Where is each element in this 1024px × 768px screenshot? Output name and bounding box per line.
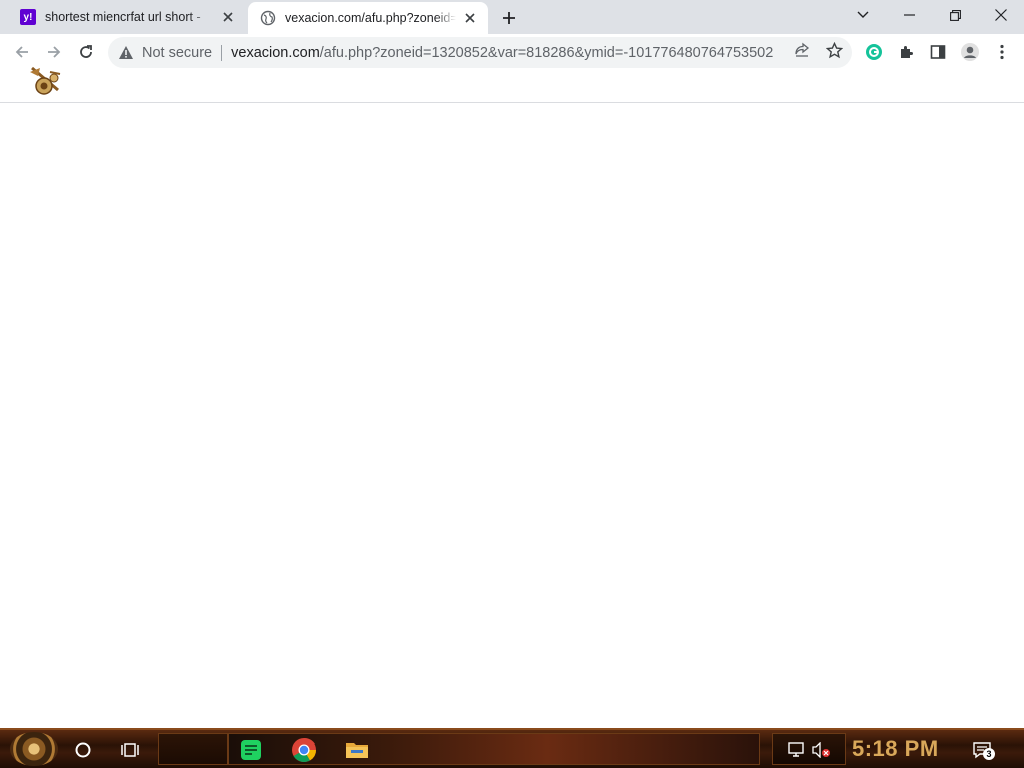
notification-badge: 3 [983, 748, 995, 760]
start-button[interactable] [10, 732, 58, 766]
warning-icon[interactable] [118, 45, 134, 61]
yahoo-icon: y! [20, 9, 36, 25]
volume-muted-icon [812, 742, 830, 758]
reload-icon [80, 45, 92, 58]
divider [221, 44, 223, 61]
back-button[interactable] [8, 38, 36, 66]
restore-icon [949, 9, 961, 21]
volume-button[interactable] [810, 734, 832, 766]
extension-icon [866, 44, 882, 60]
tab-strip: y! shortest miencrfat url short - vexaci… [0, 0, 1024, 34]
browser-toolbar: Not secure vexacion.com/afu.php?zoneid=1… [0, 34, 1024, 71]
tab-yahoo-search[interactable]: y! shortest miencrfat url short - [8, 0, 246, 34]
grammarly-extension-button[interactable] [860, 38, 888, 66]
task-view-icon [121, 743, 139, 757]
forward-button[interactable] [40, 38, 68, 66]
bookmarks-bar [0, 71, 1024, 103]
taskbar: 5:18 PM [0, 728, 1024, 768]
network-button[interactable] [786, 734, 808, 766]
file-explorer-button[interactable] [344, 734, 370, 766]
notes-app-button[interactable] [238, 734, 264, 766]
clock[interactable]: 5:18 PM [852, 736, 939, 762]
minimize-button[interactable] [886, 0, 932, 30]
share-icon[interactable] [793, 41, 811, 59]
url-host: vexacion.com [231, 44, 320, 61]
back-icon [15, 46, 28, 58]
cortana-button[interactable] [72, 734, 94, 766]
menu-icon [1000, 44, 1004, 60]
reload-button[interactable] [72, 38, 100, 66]
chrome-menu-button[interactable] [988, 38, 1016, 66]
tab-title: shortest miencrfat url short - [45, 10, 201, 24]
profile-icon [961, 43, 979, 61]
new-tab-icon [503, 12, 515, 24]
forward-icon [48, 46, 61, 58]
steampunk-ornament-icon [28, 64, 64, 100]
new-tab-button[interactable] [498, 7, 520, 29]
star-icon[interactable] [825, 41, 843, 59]
chrome-app-button[interactable] [290, 734, 318, 766]
url-text[interactable]: vexacion.com/afu.php?zoneid=1320852&var=… [231, 45, 782, 61]
chrome-icon [292, 737, 316, 763]
tab-title: vexacion.com/afu.php?zoneid=1320852 [285, 11, 456, 25]
side-panel-icon [930, 45, 946, 59]
close-icon [995, 9, 1007, 21]
page-content [0, 104, 1024, 728]
window-close-button[interactable] [978, 0, 1024, 30]
task-view-button[interactable] [118, 734, 142, 766]
taskbar-panel [158, 733, 228, 765]
extensions-button[interactable] [892, 38, 920, 66]
chevron-down-icon [857, 11, 869, 18]
url-path: /afu.php?zoneid=1320852&var=818286&ymid=… [319, 44, 774, 61]
close-icon[interactable] [220, 9, 236, 25]
profile-button[interactable] [956, 38, 984, 66]
tab-vexacion[interactable]: vexacion.com/afu.php?zoneid=1320852 [248, 2, 488, 34]
notes-icon [241, 740, 261, 760]
cortana-icon [75, 742, 91, 758]
side-panel-button[interactable] [924, 38, 952, 66]
restore-button[interactable] [932, 0, 978, 30]
close-icon[interactable] [462, 10, 478, 26]
address-bar[interactable]: Not secure vexacion.com/afu.php?zoneid=1… [108, 37, 852, 68]
security-label[interactable]: Not secure [142, 45, 212, 61]
file-explorer-icon [346, 743, 368, 758]
network-icon [788, 742, 804, 757]
globe-icon [260, 10, 276, 26]
puzzle-icon [901, 46, 913, 58]
tray-panel [772, 733, 846, 765]
tab-search-button[interactable] [840, 0, 886, 30]
minimize-icon [903, 14, 915, 16]
